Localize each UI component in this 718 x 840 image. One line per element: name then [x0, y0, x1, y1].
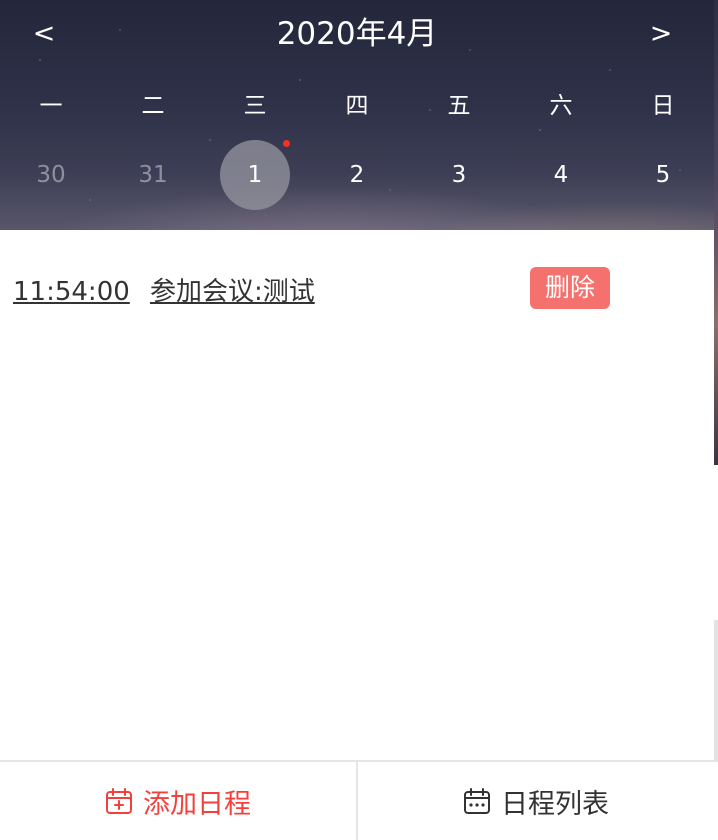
weekday-mon: 一	[39, 93, 63, 119]
next-month-button[interactable]: >	[636, 12, 686, 56]
weekday-row: 一 二 三 四 五 六 日	[0, 88, 714, 124]
date-number: 1	[220, 140, 290, 210]
schedule-item-title[interactable]: 参加会议:测试	[150, 274, 315, 310]
date-number: 3	[451, 162, 467, 188]
schedule-list-label: 日程列表	[501, 788, 609, 820]
calendar-header: < 2020年4月 > 一 二 三 四 五 六 日 30 31 1 2 3 4 5	[0, 0, 714, 230]
delete-button[interactable]: 删除	[530, 267, 610, 309]
schedule-app: < 2020年4月 > 一 二 三 四 五 六 日 30 31 1 2 3 4 5 11:5…	[0, 0, 718, 840]
add-schedule-label: 添加日程	[143, 788, 251, 820]
date-cell[interactable]: 30	[0, 140, 102, 210]
schedule-item[interactable]: 11:54:00 参加会议:测试 删除	[0, 260, 714, 324]
month-title: 2020年4月	[276, 16, 438, 52]
date-cell[interactable]: 4	[510, 140, 612, 210]
schedule-list-button[interactable]: 日程列表	[358, 762, 714, 840]
date-number: 5	[655, 162, 671, 188]
bottom-action-bar: 添加日程 日程列表	[0, 760, 714, 840]
date-row: 30 31 1 2 3 4 5	[0, 140, 714, 210]
schedule-item-time[interactable]: 11:54:00	[13, 274, 130, 310]
weekday-sun: 日	[651, 93, 675, 119]
month-navigation: < 2020年4月 >	[0, 0, 714, 66]
date-number: 2	[349, 162, 365, 188]
event-indicator-dot	[283, 140, 290, 147]
background-edge-lower	[714, 620, 718, 762]
date-cell[interactable]: 2	[306, 140, 408, 210]
date-cell[interactable]: 31	[102, 140, 204, 210]
date-number: 30	[36, 162, 66, 188]
weekday-tue: 二	[141, 93, 165, 119]
weekday-sat: 六	[549, 93, 573, 119]
weekday-wed: 三	[243, 93, 267, 119]
date-cell[interactable]: 3	[408, 140, 510, 210]
date-number: 4	[553, 162, 569, 188]
calendar-add-icon	[106, 788, 132, 814]
schedule-list: 11:54:00 参加会议:测试 删除	[0, 230, 714, 760]
weekday-thu: 四	[345, 93, 369, 119]
date-cell[interactable]: 5	[612, 140, 714, 210]
date-number: 31	[138, 162, 168, 188]
calendar-list-icon	[464, 788, 490, 814]
prev-month-button[interactable]: <	[19, 12, 69, 56]
date-cell[interactable]: 1	[204, 140, 306, 210]
weekday-fri: 五	[447, 93, 471, 119]
background-edge	[714, 0, 718, 465]
add-schedule-button[interactable]: 添加日程	[0, 762, 358, 840]
